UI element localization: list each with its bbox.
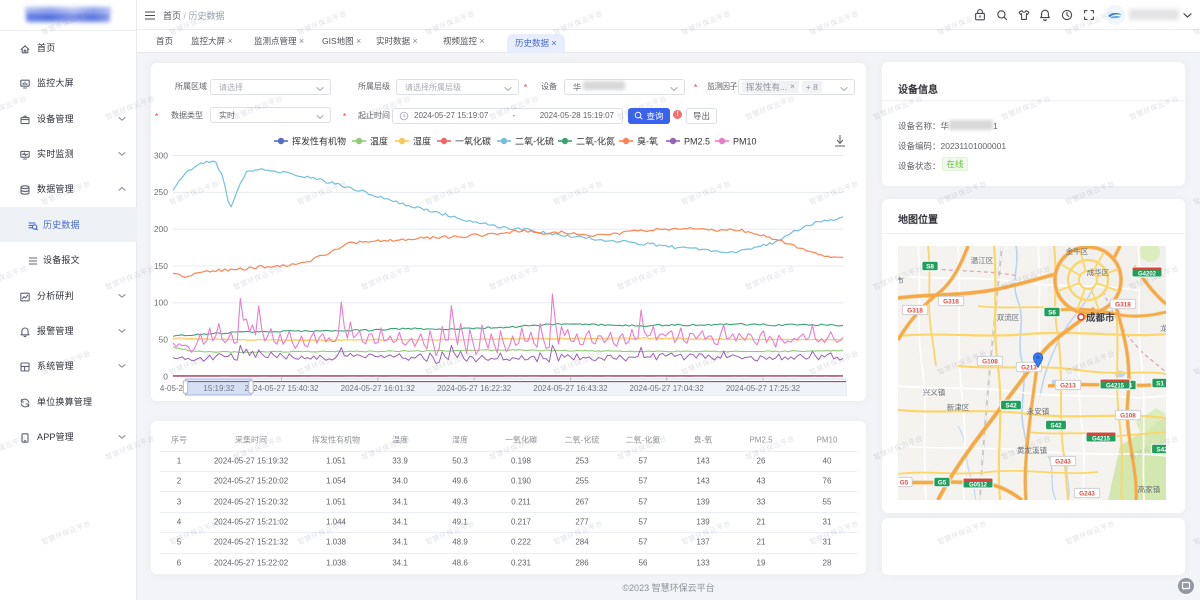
svg-text:S42: S42 <box>1005 402 1017 409</box>
svg-text:G4215: G4215 <box>1092 436 1111 442</box>
svg-text:G213: G213 <box>1060 382 1076 389</box>
svg-text:挥发性有机物: 挥发性有机物 <box>292 135 346 146</box>
svg-text:一氧化碳: 一氧化碳 <box>455 135 491 146</box>
svg-text:G318: G318 <box>1115 301 1131 308</box>
svg-text:兴义镇: 兴义镇 <box>923 387 946 397</box>
svg-text:2024-05-27 16:43:32: 2024-05-27 16:43:32 <box>533 384 608 393</box>
svg-text:4-05-2: 4-05-2 <box>160 384 184 393</box>
svg-text:PM2.5: PM2.5 <box>684 136 710 146</box>
svg-text:G213: G213 <box>1021 364 1037 371</box>
svg-text:二氧-化硫: 二氧-化硫 <box>515 135 554 146</box>
svg-text:50: 50 <box>159 334 169 344</box>
svg-text:温江区: 温江区 <box>971 256 994 265</box>
svg-text:新津区: 新津区 <box>947 402 970 412</box>
svg-text:G5: G5 <box>900 479 909 486</box>
svg-text:成华区: 成华区 <box>1087 267 1110 277</box>
svg-text:黄龙溪镇: 黄龙溪镇 <box>1017 445 1047 455</box>
svg-text:G4202: G4202 <box>1138 271 1157 277</box>
svg-text:S1: S1 <box>1156 380 1164 387</box>
svg-text:200: 200 <box>154 224 168 234</box>
svg-text:S8: S8 <box>926 263 934 270</box>
svg-text:S6: S6 <box>1048 309 1056 316</box>
svg-text:G108: G108 <box>982 358 998 365</box>
svg-text:G0512: G0512 <box>969 482 988 488</box>
svg-text:G4215: G4215 <box>1106 383 1125 389</box>
svg-text:高家镇: 高家镇 <box>1138 484 1161 494</box>
svg-text:PM10: PM10 <box>733 136 757 146</box>
svg-text:湿度: 湿度 <box>413 135 431 146</box>
svg-text:市: 市 <box>898 275 904 285</box>
svg-text:龙: 龙 <box>1160 323 1166 333</box>
svg-text:150: 150 <box>154 261 168 271</box>
svg-text:S42: S42 <box>1050 422 1062 429</box>
svg-text:2024-05-27 17:04:32: 2024-05-27 17:04:32 <box>630 384 705 393</box>
svg-text:金牛区: 金牛区 <box>1066 246 1089 256</box>
svg-text:G318: G318 <box>943 298 959 305</box>
svg-text:S42: S42 <box>1156 446 1166 453</box>
svg-text:温度: 温度 <box>370 135 388 146</box>
svg-text:二氧-化氮: 二氧-化氮 <box>576 135 615 146</box>
svg-text:G108: G108 <box>1120 412 1136 419</box>
svg-text:300: 300 <box>154 150 168 160</box>
svg-text:2024-05-27 15:40:32: 2024-05-27 15:40:32 <box>244 384 319 393</box>
svg-text:永安镇: 永安镇 <box>1027 406 1050 416</box>
svg-text:2024-05-27 17:25:32: 2024-05-27 17:25:32 <box>726 384 801 393</box>
svg-text:G5: G5 <box>938 479 947 486</box>
svg-text:250: 250 <box>154 187 168 197</box>
svg-text:G243: G243 <box>1055 458 1071 465</box>
svg-text:G318: G318 <box>907 307 923 314</box>
svg-text:G243: G243 <box>1079 490 1095 497</box>
svg-text:双流区: 双流区 <box>997 312 1020 322</box>
svg-text:100: 100 <box>154 298 168 308</box>
svg-text:0: 0 <box>163 371 168 381</box>
svg-text:臭-氧: 臭-氧 <box>637 135 658 146</box>
svg-text:2024-05-27 16:01:32: 2024-05-27 16:01:32 <box>341 384 416 393</box>
svg-text:2024-05-27 16:22:32: 2024-05-27 16:22:32 <box>437 384 512 393</box>
svg-text:成都市: 成都市 <box>1086 312 1115 324</box>
